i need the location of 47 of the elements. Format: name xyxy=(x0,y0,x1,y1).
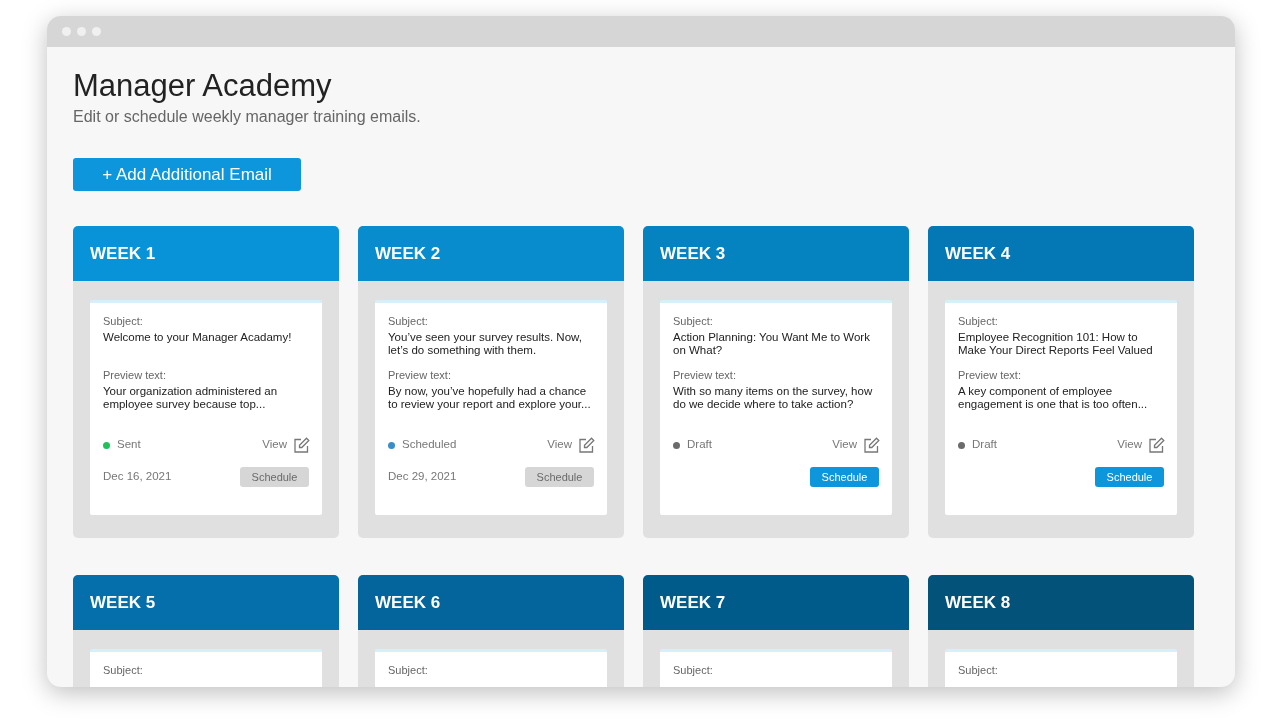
subject-text: Welcome to your Manager Acadamy! xyxy=(103,331,293,345)
preview-label: Preview text: xyxy=(673,368,737,382)
status-text: Draft xyxy=(972,437,997,453)
subject-label: Subject: xyxy=(103,314,144,328)
subject-label: Subject: xyxy=(673,663,714,677)
week-header: WEEK 3 xyxy=(643,226,909,281)
subject-text: Employee Recognition 101: How to Make Your Direct Reports Feel Valued xyxy=(958,331,1154,358)
week-header: WEEK 2 xyxy=(358,226,624,281)
edit-icon[interactable] xyxy=(293,436,310,454)
preview-label: Preview text: xyxy=(103,368,167,382)
edit-icon[interactable] xyxy=(1148,436,1165,454)
edit-icon[interactable] xyxy=(578,436,595,454)
subject-label: Subject: xyxy=(388,314,429,328)
view-link[interactable]: View xyxy=(262,436,287,454)
preview-text: Your organization administered an employee survey because top... xyxy=(103,385,279,412)
view-link[interactable]: View xyxy=(1117,436,1142,454)
week-header: WEEK 6 xyxy=(358,575,624,630)
preview-text: By now, you’ve hopefully had a chance to review your report and explore your... xyxy=(388,385,592,412)
week-header: WEEK 5 xyxy=(73,575,339,630)
preview-label: Preview text: xyxy=(388,368,452,382)
preview-text: With so many items on the survey, how do we decide where to take action? xyxy=(673,385,874,412)
status-text: Scheduled xyxy=(402,437,457,453)
date-text: Dec 16, 2021 xyxy=(103,469,172,485)
view-link[interactable]: View xyxy=(547,436,572,454)
view-link[interactable]: View xyxy=(832,436,857,454)
preview-text: A key component of employee engagement is one that is too often... xyxy=(958,385,1149,412)
week-header: WEEK 8 xyxy=(928,575,1194,630)
subject-label: Subject: xyxy=(103,663,144,677)
subject-text: Action Planning: You Want Me to Work on What? xyxy=(673,331,871,358)
page-subtitle: Edit or schedule weekly manager training emails. xyxy=(73,107,422,127)
page-title: Manager Academy xyxy=(73,67,333,105)
date-text: Dec 29, 2021 xyxy=(388,469,457,485)
week-header: WEEK 1 xyxy=(73,226,339,281)
subject-label: Subject: xyxy=(673,314,714,328)
preview-label: Preview text: xyxy=(958,368,1022,382)
subject-text: You’ve seen your survey results. Now, let’s do something with them. xyxy=(388,331,583,358)
status-text: Draft xyxy=(687,437,712,453)
subject-label: Subject: xyxy=(958,663,999,677)
week-header: WEEK 4 xyxy=(928,226,1194,281)
subject-label: Subject: xyxy=(958,314,999,328)
schedule-button[interactable]: Schedule xyxy=(1095,467,1164,487)
edit-icon[interactable] xyxy=(863,436,880,454)
week-header: WEEK 7 xyxy=(643,575,909,630)
schedule-button[interactable]: Schedule xyxy=(810,467,879,487)
status-text: Sent xyxy=(117,437,141,453)
add-email-button[interactable]: + Add Additional Email xyxy=(73,158,301,191)
subject-label: Subject: xyxy=(388,663,429,677)
